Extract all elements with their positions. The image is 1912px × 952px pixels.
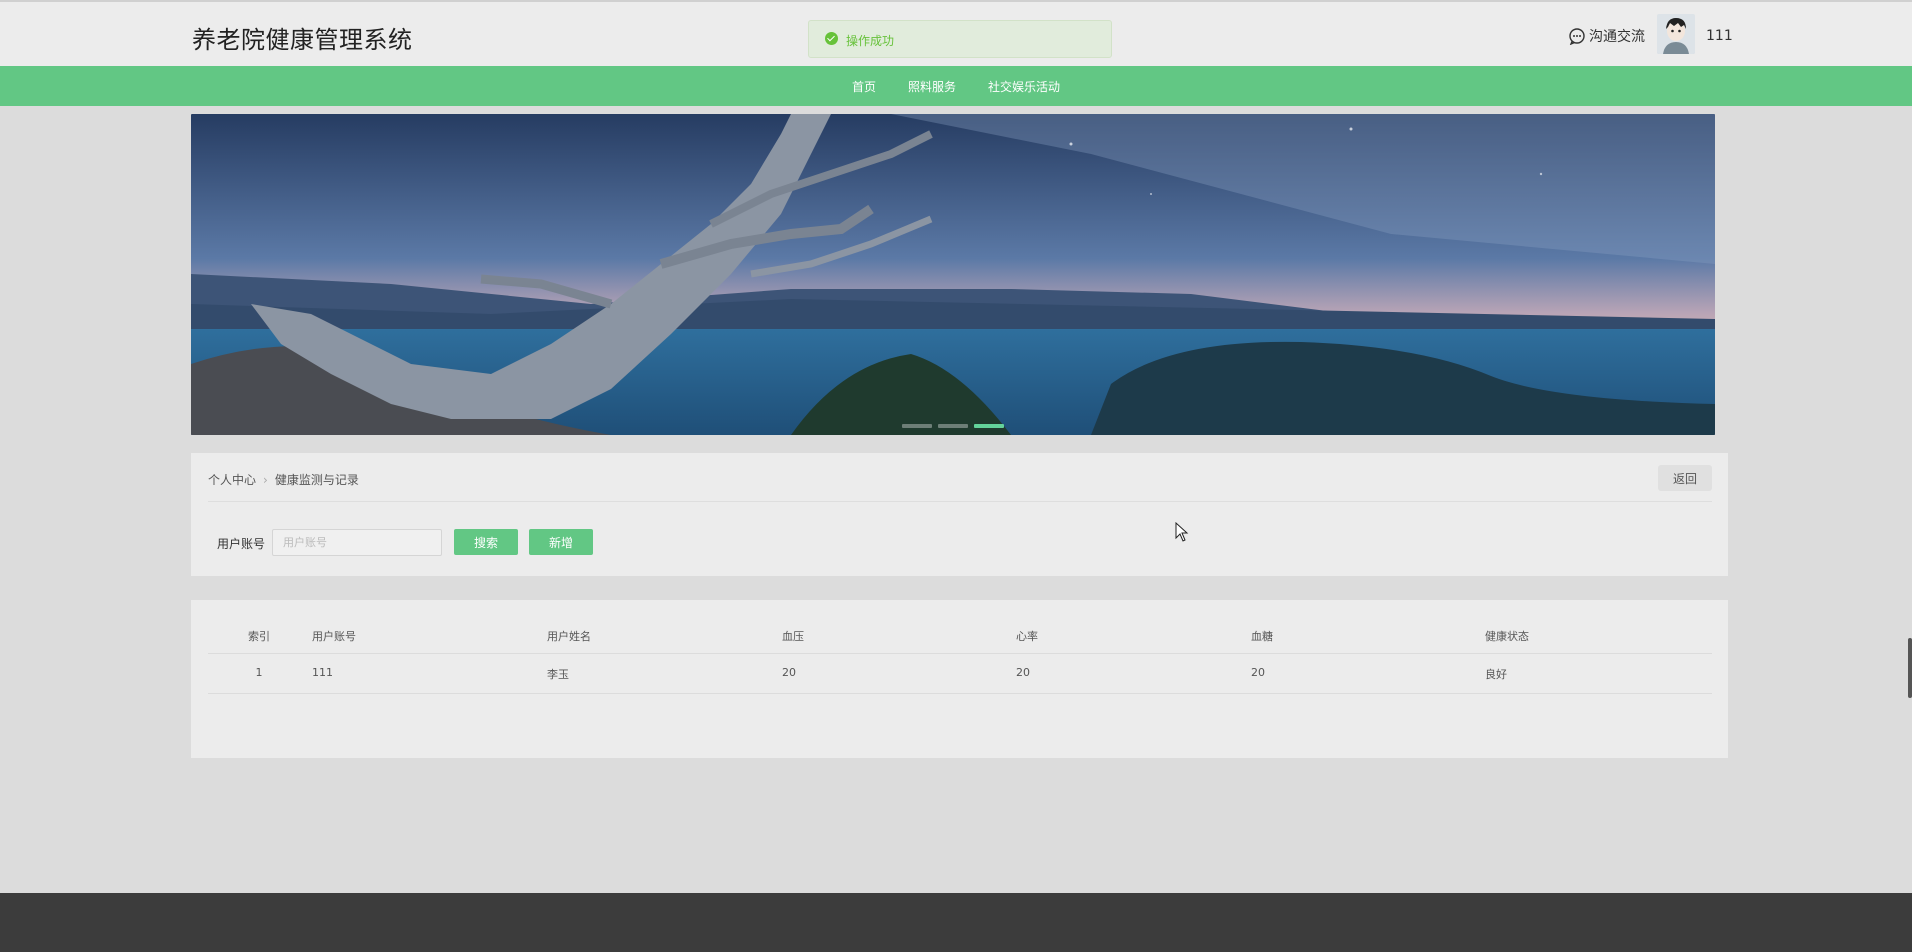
- site-title: 养老院健康管理系统: [192, 26, 413, 54]
- carousel-dot[interactable]: [902, 424, 932, 428]
- cell-health-status: 良好: [1485, 668, 1507, 681]
- cell-blood-sugar: 20: [1251, 666, 1265, 679]
- cell-blood-pressure: 20: [782, 666, 796, 679]
- nav-item-social-activities[interactable]: 社交娱乐活动: [988, 78, 1060, 95]
- account-search-input[interactable]: [272, 529, 442, 556]
- breadcrumb-item-personal-center[interactable]: 个人中心: [208, 471, 256, 488]
- search-label: 用户账号: [217, 537, 266, 551]
- column-header-account: 用户账号: [312, 630, 356, 643]
- nav-item-home[interactable]: 首页: [852, 78, 876, 95]
- success-check-icon: [825, 32, 838, 45]
- user-avatar[interactable]: [1657, 14, 1695, 54]
- column-header-heart-rate: 心率: [1016, 630, 1038, 643]
- chat-link[interactable]: 沟通交流: [1568, 26, 1645, 46]
- breadcrumb: 个人中心 › 健康监测与记录: [208, 471, 359, 488]
- avatar-image-icon: [1657, 14, 1695, 54]
- column-header-blood-sugar: 血糖: [1251, 630, 1273, 643]
- carousel-dot[interactable]: [938, 424, 968, 428]
- table-row[interactable]: 1 111 李玉 20 20 20 良好: [208, 654, 1712, 694]
- cell-name: 李玉: [547, 668, 569, 681]
- chat-bubble-icon: [1569, 28, 1585, 45]
- table-header: 索引 用户账号 用户姓名 血压 心率 血糖 健康状态: [208, 628, 1712, 654]
- footer: [0, 893, 1912, 952]
- back-button[interactable]: 返回: [1658, 465, 1712, 491]
- toast-message: 操作成功: [846, 34, 895, 48]
- success-toast: 操作成功: [808, 20, 1112, 58]
- cell-account: 111: [312, 666, 333, 679]
- main-nav: 首页 照料服务 社交娱乐活动: [0, 66, 1912, 106]
- scrollbar[interactable]: [1908, 638, 1912, 698]
- cell-index: 1: [255, 666, 263, 679]
- carousel-indicators: [191, 424, 1715, 428]
- column-header-blood-pressure: 血压: [782, 630, 804, 643]
- page: 养老院健康管理系统 操作成功 沟通交流 111 首页 照料服务 社交娱乐活动 个…: [0, 0, 1912, 952]
- banner-landscape-image: [191, 114, 1715, 435]
- nav-item-care-service[interactable]: 照料服务: [908, 78, 956, 95]
- mouse-cursor-icon: [1175, 522, 1189, 542]
- chat-label: 沟通交流: [1589, 29, 1645, 45]
- column-header-index: 索引: [248, 630, 270, 643]
- cell-heart-rate: 20: [1016, 666, 1030, 679]
- add-button[interactable]: 新增: [529, 529, 593, 555]
- breadcrumb-separator-icon: ›: [263, 472, 268, 487]
- banner-carousel[interactable]: [191, 114, 1715, 435]
- search-panel: 个人中心 › 健康监测与记录 返回 用户账号 搜索 新增: [191, 453, 1728, 576]
- breadcrumb-item-health-monitoring: 健康监测与记录: [274, 473, 359, 487]
- carousel-dot[interactable]: [974, 424, 1004, 428]
- column-header-health-status: 健康状态: [1485, 630, 1529, 643]
- top-header: 养老院健康管理系统 操作成功 沟通交流 111: [0, 0, 1912, 66]
- divider: [208, 501, 1712, 502]
- table-panel: 索引 用户账号 用户姓名 血压 心率 血糖 健康状态 1 111 李玉 20 2…: [191, 600, 1728, 758]
- column-header-name: 用户姓名: [547, 630, 591, 643]
- username[interactable]: 111: [1706, 28, 1733, 44]
- search-button[interactable]: 搜索: [454, 529, 518, 555]
